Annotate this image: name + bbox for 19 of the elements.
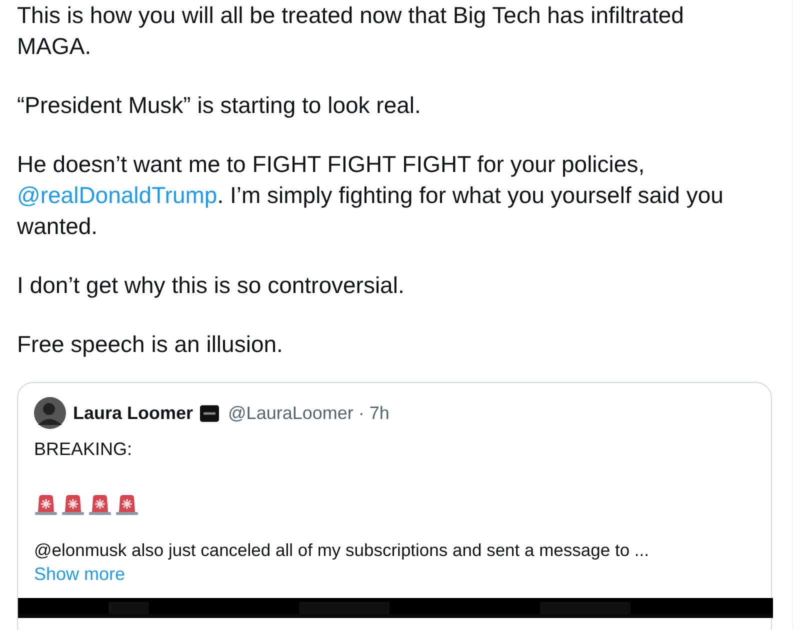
siren-icon: [61, 492, 85, 516]
siren-icon: [115, 492, 139, 516]
quoted-tweet-card[interactable]: Laura Loomer @LauraLoomer · 7h BREAKING: @elonmusk also just canceled all of my subscriptions and sent a message to ... Show more: [17, 382, 772, 630]
post-time: · 7h: [358, 402, 390, 424]
tweet-text: He doesn’t want me to FIGHT FIGHT FIGHT for your policies, @realDonaldTrump. I’m simply fighting for what you yourself said you wanted.: [17, 150, 724, 241]
affiliation-badge-icon: [200, 404, 220, 422]
tweet-text: I don’t get why this is so controversial.: [17, 271, 406, 300]
author-handle: @LauraLoomer: [228, 402, 354, 424]
tweet-text: This is how you will all be treated now that Big Tech has infiltrated MAGA.: [17, 1, 685, 61]
tweet-text: “President Musk” is starting to look real.: [17, 91, 422, 120]
quoted-text: BREAKING:: [34, 438, 134, 461]
tweet-text: Free speech is an illusion.: [17, 330, 284, 359]
quoted-text: @elonmusk also just canceled all of my subscriptions and sent a message to ...: [34, 539, 650, 562]
siren-icon: [34, 492, 58, 516]
siren-icon: [88, 492, 112, 516]
show-more-link[interactable]: Show more: [34, 562, 126, 586]
author-name: Laura Loomer: [73, 402, 194, 424]
mention-link[interactable]: @realDonaldTrump: [17, 182, 218, 208]
avatar-icon: [34, 397, 66, 429]
